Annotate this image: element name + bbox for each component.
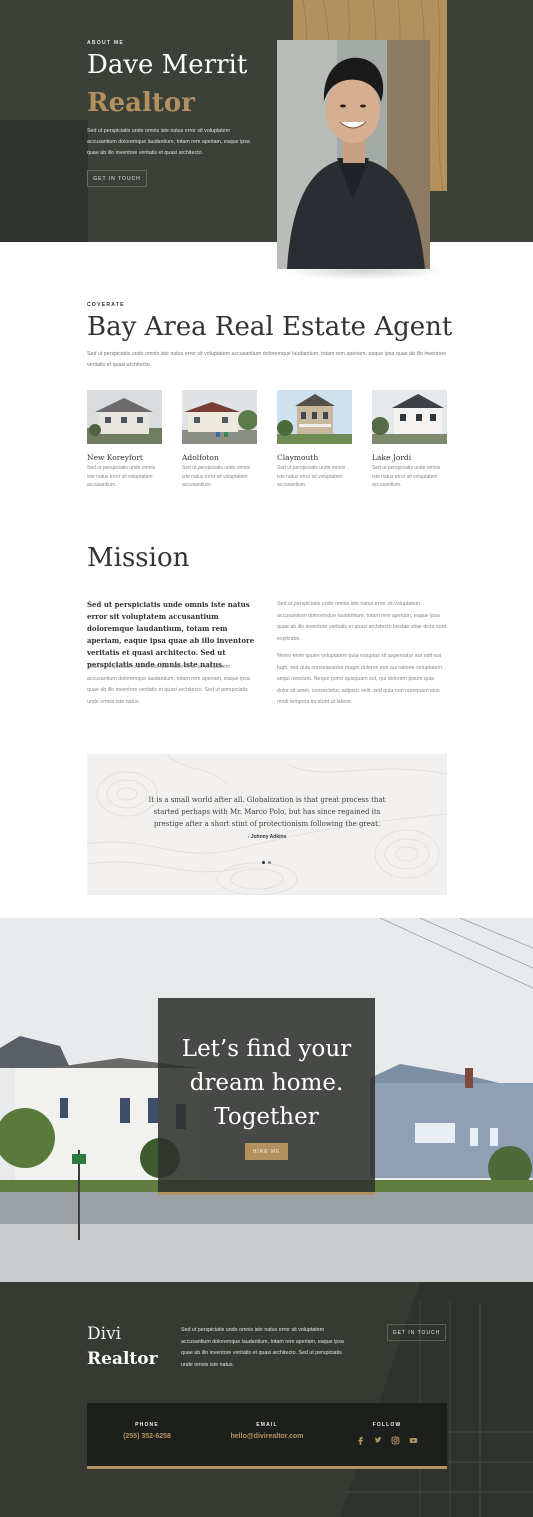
follow-block: Follow — [327, 1422, 447, 1450]
testimonial-quote: It is a small world after all. Globaliza… — [148, 796, 386, 828]
phone-number[interactable]: (255) 352-6258 — [87, 1433, 207, 1440]
mission-right-paragraph-2: Nemo enim ipsam voluptatem quia voluptas… — [277, 653, 442, 705]
email-address[interactable]: hello@divirealtor.com — [207, 1433, 327, 1440]
slider-dot-active[interactable] — [262, 861, 265, 864]
mission-title: Mission — [87, 543, 190, 573]
listing-description: Sed ut perspiciatis unde omnis iste natu… — [87, 465, 156, 488]
facebook-icon[interactable] — [356, 1436, 365, 1445]
listing-card[interactable]: Claymouth Sed ut perspiciatis unde omnis… — [277, 390, 352, 490]
email-label: Email — [256, 1422, 278, 1428]
footer-description: Sed ut perspiciatis unde omnis iste natu… — [181, 1327, 344, 1368]
mission-right-paragraph-1: Sed ut perspiciatis unde omnis iste natu… — [277, 601, 447, 642]
hero-eyebrow: About Me — [87, 40, 125, 46]
hire-me-button[interactable]: Hire me — [245, 1143, 288, 1160]
section-eyebrow: Coverate — [87, 302, 125, 308]
twitter-icon[interactable] — [374, 1436, 383, 1445]
phone-block: Phone (255) 352-6258 — [87, 1422, 207, 1440]
hero-name: Dave Merrit — [87, 50, 248, 80]
listing-card[interactable]: Lake Jordi Sed ut perspiciatis unde omni… — [372, 390, 447, 490]
listing-description: Sed ut perspiciatis unde omnis iste natu… — [182, 465, 251, 488]
realtor-portrait — [277, 40, 430, 269]
cta-heading: Let’s find your dream home. Together — [181, 1036, 352, 1130]
listing-description: Sed ut perspiciatis unde omnis iste natu… — [372, 465, 441, 488]
hero-dark-block — [0, 120, 88, 242]
phone-label: Phone — [135, 1422, 159, 1428]
listing-name: Lake Jordi — [372, 453, 412, 462]
footer-background-building — [0, 1282, 533, 1517]
footer-logo-line2: Realtor — [87, 1349, 158, 1369]
section-description: Sed ut perspiciatis unde omnis iste natu… — [87, 351, 447, 368]
listing-photo — [182, 390, 257, 444]
youtube-icon[interactable] — [409, 1436, 418, 1445]
mission-lead-text: Sed ut perspiciatis unde omnis iste natu… — [87, 600, 255, 669]
section-title: Bay Area Real Estate Agent — [87, 312, 453, 342]
hero-role: Realtor — [87, 88, 195, 118]
follow-label: Follow — [372, 1422, 402, 1428]
mission-left-paragraph: Sed ut perspiciatis unde omnis iste natu… — [87, 664, 250, 705]
listing-description: Sed ut perspiciatis unde omnis iste natu… — [277, 465, 346, 488]
slider-dot[interactable] — [268, 861, 271, 864]
email-block: Email hello@divirealtor.com — [207, 1422, 327, 1440]
footer: Divi Realtor Sed ut perspiciatis unde om… — [0, 1282, 533, 1517]
cta-section: Let’s find your dream home. Together Hir… — [0, 918, 533, 1282]
listing-photo — [87, 390, 162, 444]
cta-overlay-box: Let’s find your dream home. Together Hir… — [158, 998, 375, 1195]
listing-photo — [277, 390, 352, 444]
testimonial-slider: It is a small world after all. Globaliza… — [87, 754, 447, 895]
listing-name: Adolfoton — [182, 453, 219, 462]
footer-logo-line1: Divi — [87, 1324, 122, 1344]
testimonial-author: - Johnny Adkins — [247, 834, 287, 840]
listing-name: New Koreyfort — [87, 453, 143, 462]
instagram-icon[interactable] — [391, 1436, 400, 1445]
listing-photo — [372, 390, 447, 444]
listing-name: Claymouth — [277, 453, 319, 462]
listing-card[interactable]: New Koreyfort Sed ut perspiciatis unde o… — [87, 390, 162, 490]
listing-card[interactable]: Adolfoton Sed ut perspiciatis unde omnis… — [182, 390, 257, 490]
get-in-touch-button[interactable]: Get in touch — [87, 170, 147, 187]
footer-get-in-touch-button[interactable]: Get in touch — [387, 1324, 446, 1341]
hero-description: Sed ut perspiciatis unde omnis iste natu… — [87, 128, 250, 156]
contact-bar: Phone (255) 352-6258 Email hello@divirea… — [87, 1403, 447, 1469]
